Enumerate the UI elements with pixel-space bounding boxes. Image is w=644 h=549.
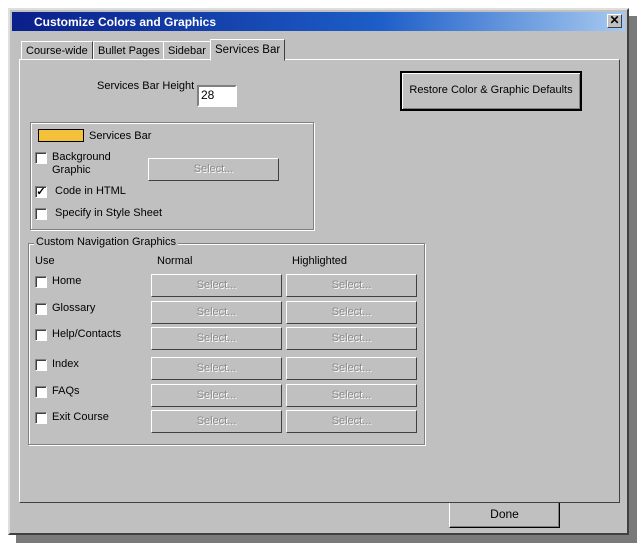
tab-bullet-pages[interactable]: Bullet Pages: [93, 41, 165, 60]
highlighted-column-header: Highlighted: [292, 255, 348, 267]
done-button[interactable]: Done: [449, 501, 560, 528]
index-normal-select-button[interactable]: Select...: [151, 357, 282, 380]
exit-course-label: Exit Course: [52, 411, 109, 423]
window-title: Customize Colors and Graphics: [34, 15, 217, 29]
services-bar-height-label: Services Bar Height: [97, 80, 195, 92]
help-contacts-checkbox[interactable]: [35, 329, 47, 341]
glossary-checkbox[interactable]: [35, 303, 47, 315]
index-highlighted-select-button[interactable]: Select...: [286, 357, 417, 380]
home-label: Home: [52, 275, 82, 287]
services-bar-panel: Services Bar Height 28 Restore Color & G…: [19, 59, 620, 503]
help-contacts-highlighted-select-button[interactable]: Select...: [286, 327, 417, 350]
home-checkbox[interactable]: [35, 276, 47, 288]
tab-services-bar[interactable]: Services Bar: [210, 39, 286, 61]
nav-graphics-title: Custom Navigation Graphics: [34, 236, 179, 248]
glossary-highlighted-select-button[interactable]: Select...: [286, 301, 417, 324]
glossary-label: Glossary: [52, 302, 96, 314]
code-in-html-label: Code in HTML: [55, 185, 126, 197]
use-column-header: Use: [35, 255, 55, 267]
tab-course-wide[interactable]: Course-wide: [21, 41, 93, 60]
code-in-html-checkbox[interactable]: ✓: [35, 186, 47, 198]
title-bar[interactable]: Customize Colors and Graphics ✕: [12, 12, 625, 31]
tab-sidebar[interactable]: Sidebar: [163, 41, 211, 60]
restore-defaults-button[interactable]: Restore Color & Graphic Defaults: [400, 71, 582, 111]
check-icon: ✓: [36, 186, 46, 198]
home-normal-select-button[interactable]: Select...: [151, 274, 282, 297]
dialog-window: Customize Colors and Graphics ✕ Course-w…: [8, 8, 629, 535]
home-highlighted-select-button[interactable]: Select...: [286, 274, 417, 297]
exit-course-normal-select-button[interactable]: Select...: [151, 410, 282, 433]
index-checkbox[interactable]: [35, 359, 47, 371]
services-bar-color-label: Services Bar: [89, 130, 152, 142]
help-contacts-normal-select-button[interactable]: Select...: [151, 327, 282, 350]
faqs-label: FAQs: [52, 385, 80, 397]
exit-course-checkbox[interactable]: [35, 412, 47, 424]
background-graphic-select-button[interactable]: Select...: [148, 158, 279, 181]
services-bar-color-swatch[interactable]: [38, 129, 84, 142]
style-sheet-checkbox[interactable]: [35, 208, 47, 220]
faqs-checkbox[interactable]: [35, 386, 47, 398]
background-graphic-checkbox[interactable]: [35, 152, 47, 164]
faqs-normal-select-button[interactable]: Select...: [151, 384, 282, 407]
faqs-highlighted-select-button[interactable]: Select...: [286, 384, 417, 407]
style-sheet-label: Specify in Style Sheet: [55, 207, 163, 219]
background-graphic-label: Background Graphic: [52, 151, 111, 176]
index-label: Index: [52, 358, 79, 370]
glossary-normal-select-button[interactable]: Select...: [151, 301, 282, 324]
exit-course-highlighted-select-button[interactable]: Select...: [286, 410, 417, 433]
services-bar-height-input[interactable]: 28: [197, 85, 237, 107]
close-button[interactable]: ✕: [607, 14, 622, 28]
help-contacts-label: Help/Contacts: [52, 328, 122, 340]
close-icon: ✕: [609, 13, 620, 27]
normal-column-header: Normal: [157, 255, 193, 267]
